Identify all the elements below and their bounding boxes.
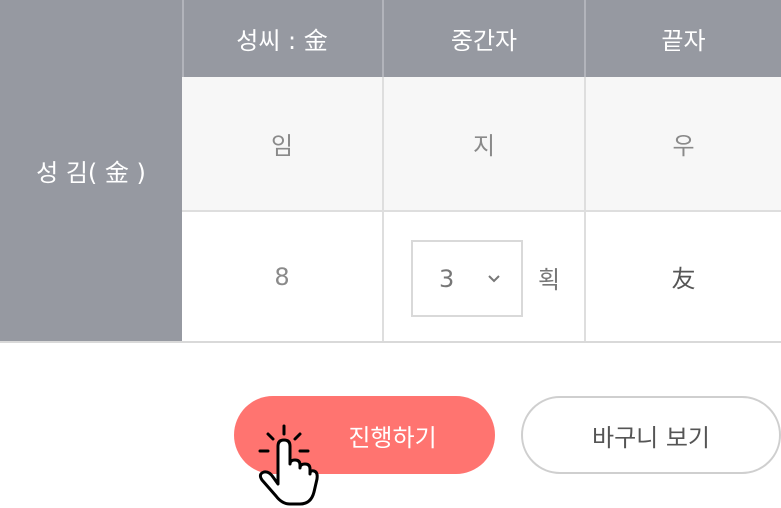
cell-syllable-middle: 지 [384,77,584,210]
view-cart-button-label: 바구니 보기 [591,423,711,452]
stroke-unit-label: 획 [538,266,561,294]
cell-syllable-last: 우 [586,77,781,210]
column-header-last: 끝자 [586,0,781,77]
stroke-count-value: 3 [439,264,455,293]
header-divider [584,0,586,77]
column-divider [584,77,586,341]
column-divider [382,77,384,341]
stroke-count-select[interactable]: 3 [411,240,523,317]
header-divider [382,0,384,77]
row-header-surname: 성 김( 金 ) [0,0,182,341]
hand-pointer-icon [258,424,319,506]
view-cart-button[interactable]: 바구니 보기 [521,396,781,474]
cell-hanja-last: 友 [586,210,781,341]
header-divider [182,0,184,77]
chevron-down-icon [488,274,500,282]
column-header-middle: 중간자 [384,0,584,77]
column-header-surname: 성씨 : 金 [182,0,382,77]
name-stroke-table: 성 김( 金 ) 성씨 : 金 중간자 끝자 임 지 우 8 友 [0,0,781,343]
cell-stroke-first: 8 [182,210,382,341]
proceed-button-label: 진행하기 [348,423,437,452]
cell-syllable-first: 임 [182,77,382,210]
